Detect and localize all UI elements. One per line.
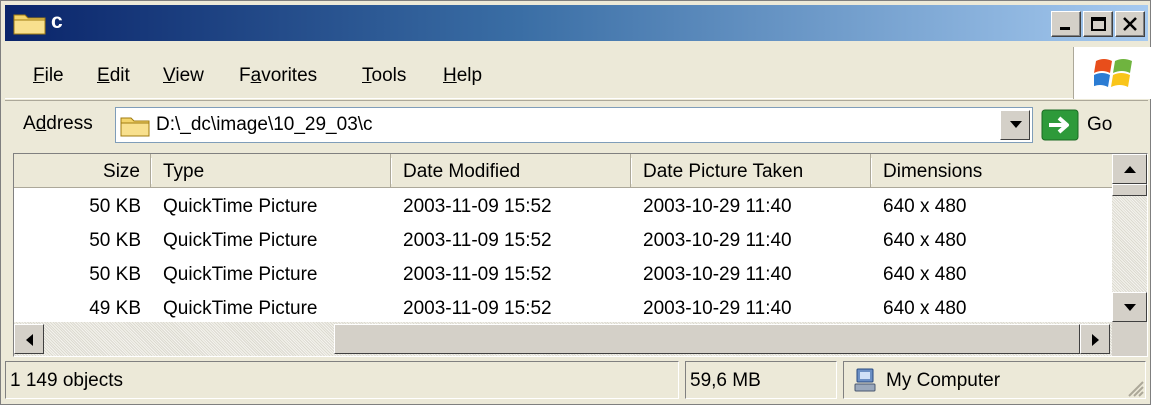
folder-icon — [120, 115, 150, 142]
horizontal-scroll-thumb[interactable] — [334, 324, 1080, 354]
file-list[interactable]: Size Type Date Modified Date Picture Tak… — [13, 153, 1148, 357]
arrow-up-icon — [1124, 166, 1136, 173]
file-rows: 50 KB QuickTime Picture 2003-11-09 15:52… — [14, 189, 1112, 325]
arrow-left-icon — [26, 334, 33, 346]
status-object-count: 1 149 objects — [5, 361, 679, 399]
explorer-window: c File Edit View Favorites Tools Help Ad… — [0, 0, 1151, 405]
column-size[interactable]: Size — [14, 154, 152, 188]
column-dimensions[interactable]: Dimensions — [871, 154, 1112, 188]
scroll-left-button[interactable] — [14, 324, 44, 354]
menu-edit[interactable]: Edit — [97, 65, 130, 87]
cell-dimensions: 640 x 480 — [883, 230, 967, 251]
horizontal-scrollbar[interactable] — [14, 322, 1112, 356]
column-header: Size Type Date Modified Date Picture Tak… — [14, 154, 1112, 188]
vertical-scrollbar[interactable] — [1112, 154, 1147, 322]
maximize-button[interactable] — [1083, 11, 1113, 37]
address-bar: Address D:\_dc\image\10_29_03\c Go — [5, 100, 1148, 150]
status-bar: 1 149 objects 59,6 MB My Computer — [5, 361, 1148, 401]
menu-tools[interactable]: Tools — [362, 65, 406, 87]
cell-dimensions: 640 x 480 — [883, 196, 967, 217]
my-computer-icon — [854, 368, 876, 392]
minimize-button[interactable] — [1051, 11, 1081, 37]
go-label: Go — [1087, 114, 1113, 135]
column-type[interactable]: Type — [151, 154, 392, 188]
menu-help[interactable]: Help — [443, 65, 482, 87]
menu-view[interactable]: View — [163, 65, 204, 87]
go-button[interactable]: Go — [1041, 109, 1141, 141]
arrow-down-icon — [1124, 304, 1136, 311]
vertical-scroll-thumb[interactable] — [1112, 184, 1147, 196]
cell-type: QuickTime Picture — [163, 230, 318, 251]
cell-type: QuickTime Picture — [163, 264, 318, 285]
cell-size: 50 KB — [89, 196, 141, 217]
menu-file[interactable]: File — [33, 65, 64, 87]
windows-logo — [1073, 47, 1151, 99]
address-label: Address — [23, 113, 93, 134]
file-row[interactable]: 50 KB QuickTime Picture 2003-11-09 15:52… — [14, 189, 1112, 223]
resize-grip-icon[interactable] — [1126, 379, 1144, 397]
cell-date-modified: 2003-11-09 15:52 — [403, 298, 552, 319]
folder-icon — [13, 11, 47, 35]
menu-bar: File Edit View Favorites Tools Help — [5, 47, 1151, 99]
cell-size: 50 KB — [89, 230, 141, 251]
arrow-right-icon — [1092, 334, 1099, 346]
scroll-up-button[interactable] — [1112, 154, 1147, 184]
cell-dimensions: 640 x 480 — [883, 298, 967, 319]
cell-date-modified: 2003-11-09 15:52 — [403, 230, 552, 251]
cell-date-modified: 2003-11-09 15:52 — [403, 196, 552, 217]
scroll-right-button[interactable] — [1080, 324, 1110, 354]
cell-date-taken: 2003-10-29 11:40 — [643, 230, 792, 251]
file-row[interactable]: 50 KB QuickTime Picture 2003-11-09 15:52… — [14, 257, 1112, 291]
address-path: D:\_dc\image\10_29_03\c — [156, 114, 373, 135]
cell-size: 49 KB — [89, 298, 141, 319]
address-input[interactable]: D:\_dc\image\10_29_03\c — [115, 107, 1033, 143]
cell-date-taken: 2003-10-29 11:40 — [643, 264, 792, 285]
cell-type: QuickTime Picture — [163, 298, 318, 319]
scroll-down-button[interactable] — [1112, 292, 1147, 322]
file-row[interactable]: 50 KB QuickTime Picture 2003-11-09 15:52… — [14, 223, 1112, 257]
cell-date-modified: 2003-11-09 15:52 — [403, 264, 552, 285]
cell-date-taken: 2003-10-29 11:40 — [643, 298, 792, 319]
scrollbar-corner — [1112, 322, 1147, 356]
close-button[interactable] — [1115, 11, 1145, 37]
status-total-size: 59,6 MB — [685, 361, 837, 399]
menu-favorites[interactable]: Favorites — [239, 65, 317, 87]
address-dropdown-button[interactable] — [1000, 110, 1030, 140]
window-title: c — [51, 10, 63, 33]
status-zone: My Computer — [843, 361, 1146, 399]
column-date-taken[interactable]: Date Picture Taken — [631, 154, 872, 188]
title-bar[interactable]: c — [5, 5, 1148, 41]
cell-dimensions: 640 x 480 — [883, 264, 967, 285]
column-date-modified[interactable]: Date Modified — [391, 154, 632, 188]
file-row[interactable]: 49 KB QuickTime Picture 2003-11-09 15:52… — [14, 291, 1112, 325]
status-zone-label: My Computer — [886, 370, 1001, 391]
go-arrow-icon — [1041, 109, 1079, 141]
cell-size: 50 KB — [89, 264, 141, 285]
cell-type: QuickTime Picture — [163, 196, 318, 217]
cell-date-taken: 2003-10-29 11:40 — [643, 196, 792, 217]
